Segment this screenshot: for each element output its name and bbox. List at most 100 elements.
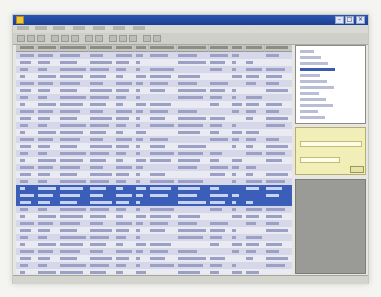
table-cell: [20, 243, 25, 246]
column-header[interactable]: [90, 46, 112, 49]
table-row[interactable]: [16, 220, 292, 227]
list-item[interactable]: [300, 50, 314, 53]
toolbar-button[interactable]: [61, 35, 69, 42]
table-cell: [266, 159, 282, 162]
title-bar[interactable]: – □ ×: [13, 15, 368, 25]
field-list[interactable]: [295, 45, 366, 124]
table-row[interactable]: [16, 192, 292, 199]
toolbar-button[interactable]: [37, 35, 45, 42]
menu-item[interactable]: [133, 26, 145, 30]
table-cell: [178, 222, 197, 225]
table-row[interactable]: [16, 255, 292, 262]
table-row[interactable]: [16, 171, 292, 178]
close-icon[interactable]: ×: [356, 16, 365, 24]
table-row[interactable]: [16, 115, 292, 122]
table-row[interactable]: [16, 178, 292, 185]
table-row[interactable]: [16, 164, 292, 171]
toolbar-button[interactable]: [109, 35, 117, 42]
table-row[interactable]: [16, 241, 292, 248]
list-item[interactable]: [300, 98, 326, 101]
table-cell: [266, 243, 282, 246]
column-header[interactable]: [150, 46, 174, 49]
toolbar-button[interactable]: [129, 35, 137, 42]
table-row[interactable]: [16, 143, 292, 150]
menu-item[interactable]: [17, 26, 29, 30]
table-cell: [136, 243, 146, 246]
table-cell: [232, 110, 239, 113]
column-header[interactable]: [136, 46, 146, 49]
table-row[interactable]: [16, 234, 292, 241]
table-row[interactable]: [16, 248, 292, 255]
list-item[interactable]: [300, 80, 327, 83]
list-item[interactable]: [300, 74, 320, 77]
table-row[interactable]: [16, 52, 292, 59]
column-header[interactable]: [232, 46, 242, 49]
table-row[interactable]: [16, 150, 292, 157]
table-row[interactable]: [16, 206, 292, 213]
list-item[interactable]: [300, 104, 333, 107]
minimize-icon[interactable]: –: [335, 16, 344, 24]
list-item[interactable]: [300, 68, 335, 71]
table-row[interactable]: [16, 108, 292, 115]
toolbar-button[interactable]: [27, 35, 35, 42]
toolbar-button[interactable]: [85, 35, 93, 42]
column-header[interactable]: [178, 46, 206, 49]
detail-value-field[interactable]: [300, 157, 340, 163]
toolbar-button[interactable]: [143, 35, 151, 42]
list-item[interactable]: [300, 56, 321, 59]
table-row[interactable]: [16, 80, 292, 87]
table-row[interactable]: [16, 129, 292, 136]
column-header[interactable]: [20, 46, 34, 49]
table-cell: [90, 61, 112, 64]
detail-field[interactable]: [300, 141, 362, 147]
table-cell: [266, 215, 282, 218]
maximize-icon[interactable]: □: [345, 16, 354, 24]
table-row[interactable]: [16, 262, 292, 269]
table-row[interactable]: [16, 199, 292, 206]
menu-item[interactable]: [73, 26, 85, 30]
table-row[interactable]: [16, 66, 292, 73]
table-cell: [20, 250, 34, 253]
column-header[interactable]: [210, 46, 228, 49]
table-row[interactable]: [16, 59, 292, 66]
list-item[interactable]: [300, 62, 328, 65]
list-item[interactable]: [300, 116, 325, 119]
table-cell: [136, 180, 140, 183]
records-grid[interactable]: [16, 45, 292, 274]
toolbar-button[interactable]: [51, 35, 59, 42]
toolbar-button[interactable]: [153, 35, 161, 42]
column-header[interactable]: [60, 46, 86, 49]
menu-item[interactable]: [93, 26, 105, 30]
toolbar-button[interactable]: [95, 35, 103, 42]
table-row[interactable]: [16, 227, 292, 234]
table-row[interactable]: [16, 213, 292, 220]
table-cell: [232, 103, 242, 106]
table-row[interactable]: [16, 87, 292, 94]
menu-item[interactable]: [113, 26, 125, 30]
table-row[interactable]: [16, 122, 292, 129]
column-header[interactable]: [116, 46, 132, 49]
table-row[interactable]: [16, 136, 292, 143]
table-cell: [20, 138, 34, 141]
menu-item[interactable]: [35, 26, 47, 30]
column-header[interactable]: [246, 46, 262, 49]
list-item[interactable]: [300, 110, 318, 113]
table-row[interactable]: [16, 73, 292, 80]
list-item[interactable]: [300, 92, 319, 95]
apply-button[interactable]: [350, 166, 364, 173]
table-cell: [90, 131, 106, 134]
toolbar-button[interactable]: [119, 35, 127, 42]
table-row[interactable]: [16, 269, 292, 274]
table-row[interactable]: [16, 185, 292, 192]
table-cell: [90, 138, 103, 141]
column-header[interactable]: [38, 46, 56, 49]
table-row[interactable]: [16, 157, 292, 164]
toolbar-button[interactable]: [17, 35, 25, 42]
column-header[interactable]: [266, 46, 288, 49]
toolbar-button[interactable]: [71, 35, 79, 42]
table-row[interactable]: [16, 101, 292, 108]
table-cell: [210, 68, 222, 71]
table-row[interactable]: [16, 94, 292, 101]
list-item[interactable]: [300, 86, 334, 89]
menu-item[interactable]: [53, 26, 65, 30]
